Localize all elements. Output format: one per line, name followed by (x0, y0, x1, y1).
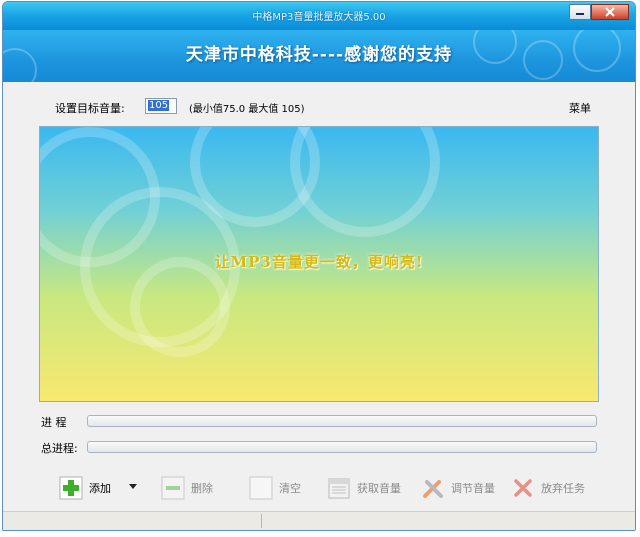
status-bar (3, 511, 635, 530)
cancel-x-icon (511, 476, 535, 500)
minimize-button[interactable] (569, 4, 591, 20)
item-progress-row: 进 程 (41, 413, 601, 429)
toolbar: 添加 删除 清空 获取音量 调节音量 放弃任务 (59, 472, 599, 504)
clear-icon (249, 476, 273, 500)
delete-label: 删除 (191, 482, 213, 495)
item-progress-label: 进 程 (41, 416, 67, 429)
banner-text: 天津市中格科技----感谢您的支持 (185, 45, 453, 65)
settings-bar: 设置目标音量: 105 (最小值75.0 最大值 105) 菜单 (39, 96, 599, 118)
add-label: 添加 (89, 482, 111, 495)
target-volume-input[interactable]: 105 (145, 98, 177, 114)
add-dropdown-icon[interactable] (129, 484, 137, 489)
close-icon (605, 7, 615, 17)
status-divider (261, 514, 262, 528)
get-volume-label: 获取音量 (357, 482, 401, 495)
add-button[interactable]: 添加 (59, 472, 111, 504)
close-button[interactable] (591, 4, 629, 20)
window-controls (569, 4, 629, 22)
adjust-volume-button[interactable]: 调节音量 (421, 472, 495, 504)
delete-button[interactable]: 删除 (161, 472, 213, 504)
menu-button[interactable]: 菜单 (569, 100, 591, 116)
get-volume-button[interactable]: 获取音量 (327, 472, 401, 504)
file-list-area[interactable]: 让MP3音量更一致，更响亮! (39, 126, 599, 402)
window-title: 中格MP3音量批量放大器5.00 (252, 12, 386, 23)
banner: 天津市中格科技----感谢您的支持 (3, 30, 635, 82)
total-progress-bar (87, 441, 597, 453)
adjust-volume-label: 调节音量 (451, 482, 495, 495)
clear-button[interactable]: 清空 (249, 472, 301, 504)
volume-range-text: (最小值75.0 最大值 105) (189, 104, 305, 115)
title-bar[interactable]: 中格MP3音量批量放大器5.00 (3, 2, 635, 30)
total-progress-label: 总进程: (41, 442, 78, 455)
calendar-icon (327, 476, 351, 500)
clear-label: 清空 (279, 482, 301, 495)
app-window: 中格MP3音量批量放大器5.00 天津市中格科技----感谢您的支持 设置目标音… (2, 1, 636, 531)
target-volume-value: 105 (148, 100, 170, 111)
tools-icon (421, 476, 445, 500)
item-progress-bar (87, 415, 597, 427)
abort-task-label: 放弃任务 (541, 482, 585, 495)
minimize-icon (576, 13, 584, 15)
delete-icon (161, 476, 185, 500)
abort-task-button[interactable]: 放弃任务 (511, 472, 585, 504)
add-icon (59, 476, 83, 500)
target-volume-label: 设置目标音量: (55, 102, 125, 115)
total-progress-row: 总进程: (41, 439, 601, 455)
canvas-message: 让MP3音量更一致，更响亮! (214, 253, 424, 271)
